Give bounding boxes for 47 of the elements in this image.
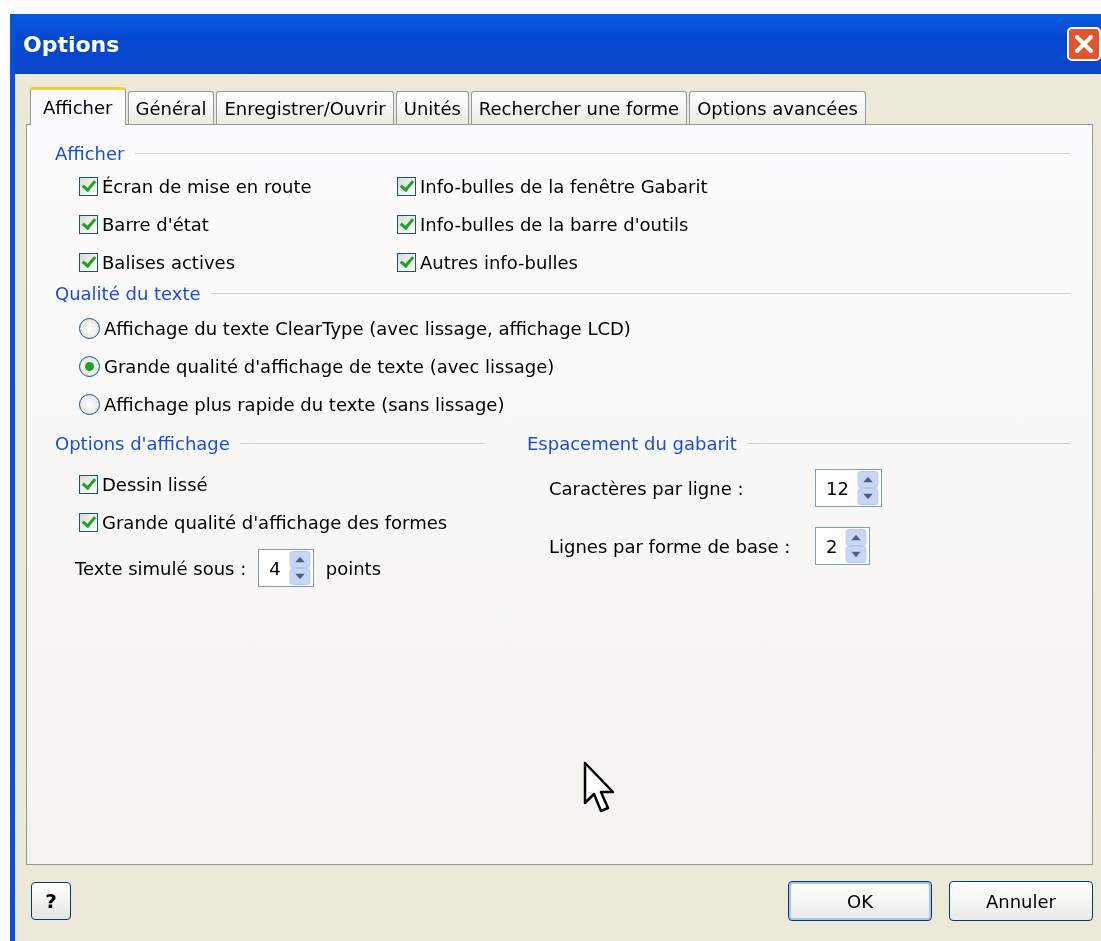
tab[interactable]: Options avancées [689, 91, 866, 124]
window-title: Options [23, 31, 120, 57]
checkbox-label: Écran de mise en route [102, 175, 312, 197]
checkbox-label: Dessin lissé [102, 473, 208, 495]
checkbox-label: Grande qualité d'affichage des formes [102, 511, 448, 533]
checkbox[interactable] [79, 176, 98, 196]
checkbox-label: Info-bulles de la barre d'outils [420, 213, 689, 235]
tab[interactable]: Général [127, 91, 215, 124]
dialog-button[interactable]: OK [788, 881, 932, 921]
checkbox-label: Autres info-bulles [420, 251, 578, 273]
checkbox[interactable] [79, 474, 98, 494]
checkbox[interactable] [79, 252, 98, 272]
radio-button[interactable] [79, 355, 100, 377]
group-title: Options d'affichage [55, 432, 230, 454]
group-title: Espacement du gabarit [527, 432, 737, 454]
spin-arrows-icon[interactable] [845, 529, 868, 563]
radio-button[interactable] [79, 317, 100, 339]
radio-button[interactable] [79, 393, 100, 415]
group-title: Afficher [55, 142, 125, 164]
checkbox[interactable] [397, 252, 416, 272]
checkbox[interactable] [79, 214, 98, 234]
dialog-button[interactable]: Annuler [949, 881, 1093, 921]
spin-field[interactable]: 4 [258, 549, 314, 587]
checkbox-label: Barre d'état [102, 213, 209, 235]
checkbox-label: Balises actives [102, 251, 236, 273]
spin-arrows-icon[interactable] [288, 551, 311, 585]
radio-label: Grande qualité d'affichage de texte (avec lissage) [104, 355, 555, 377]
tab[interactable]: Unités [395, 91, 469, 124]
unit-label: points [325, 557, 382, 579]
radio-label: Affichage du texte ClearType (avec lissage, affichage LCD) [104, 317, 631, 339]
field-label: Lignes par forme de base : [549, 535, 792, 557]
radio-label: Affichage plus rapide du texte (sans lissage) [104, 393, 505, 415]
checkbox[interactable] [397, 214, 416, 234]
spin-arrows-icon[interactable] [856, 471, 879, 505]
field-label: Caractères par ligne : [549, 477, 745, 499]
checkbox[interactable] [79, 512, 98, 532]
field-label: Texte simulé sous : [75, 557, 247, 579]
help-button[interactable]: ? [31, 882, 71, 920]
spin-field[interactable]: 12 [815, 469, 882, 507]
checkbox[interactable] [397, 176, 416, 196]
tab[interactable]: Afficher [30, 87, 126, 125]
checkbox-label: Info-bulles de la fenêtre Gabarit [420, 175, 708, 197]
tab[interactable]: Rechercher une forme [470, 91, 688, 124]
close-icon[interactable] [1067, 27, 1101, 61]
group-title: Qualité du texte [55, 282, 201, 304]
tab[interactable]: Enregistrer/Ouvrir [216, 91, 394, 124]
spin-field[interactable]: 2 [815, 527, 871, 565]
